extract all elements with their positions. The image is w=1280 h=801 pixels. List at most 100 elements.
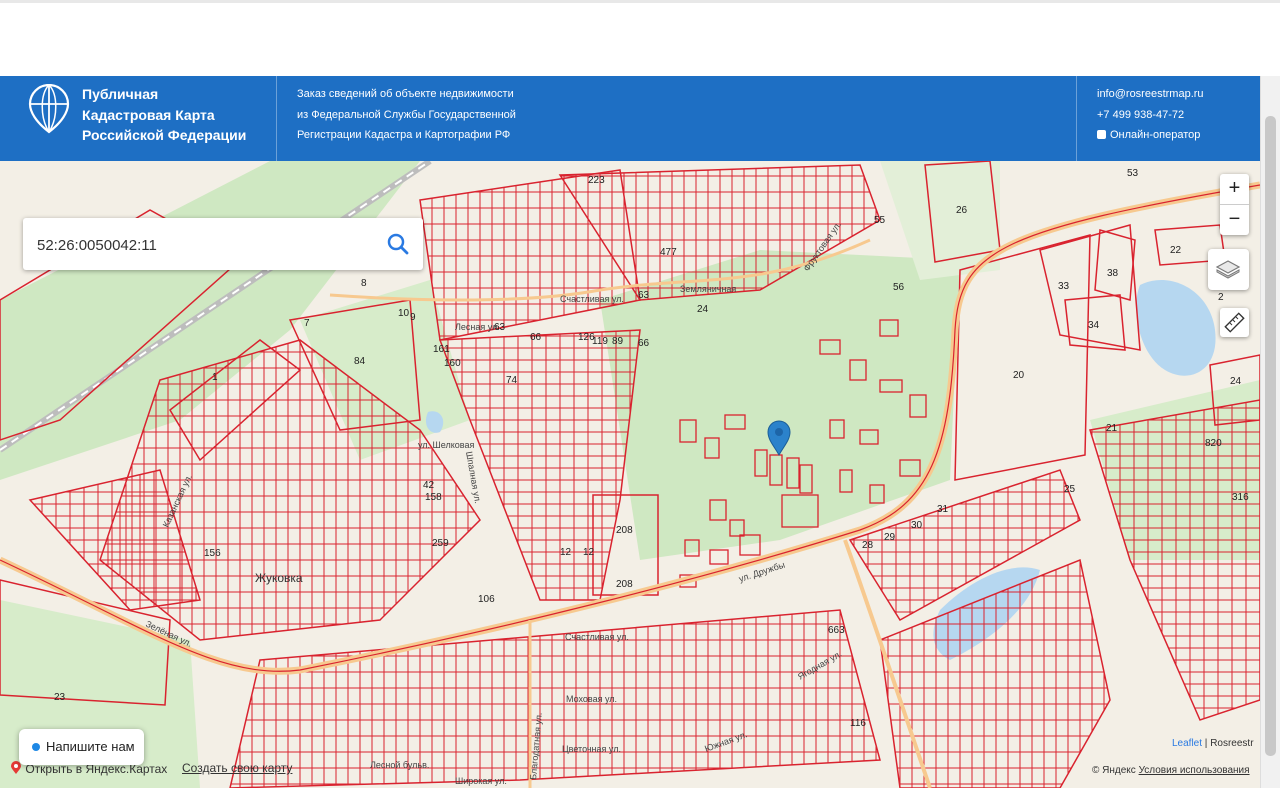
map-label: 74 [506,375,518,386]
attribution-separator: | [1202,738,1211,749]
map-label: 24 [697,304,709,315]
map-label: 208 [616,579,633,590]
create-map-link[interactable]: Создать свою карту [182,761,292,775]
map-label: 208 [616,525,633,536]
street-label: Земляничная [680,284,736,294]
site-header: Публичная Кадастровая Карта Российской Ф… [0,76,1260,161]
map-label: 8 [361,278,367,289]
email-link[interactable]: info@rosreestrmap.ru [1097,84,1204,105]
contacts: info@rosreestrmap.ru +7 499 938-47-72 Он… [1097,84,1204,146]
header-divider-right [1076,76,1077,161]
map-label: 2 [1218,292,1224,303]
map-label: 12 [560,547,572,558]
page-scrollbar[interactable] [1260,76,1280,788]
map-label: 26 [956,205,968,216]
browser-top-strip [0,0,1280,76]
chat-widget-button[interactable]: Напишите нам [19,729,144,765]
settlement-label: Жуковка [255,571,303,585]
search-icon[interactable] [385,231,411,257]
map-label: 7 [304,318,310,329]
street-label: Лесной бульв. [370,760,429,770]
brand-title[interactable]: Публичная Кадастровая Карта Российской Ф… [82,84,246,146]
layers-icon [1215,260,1241,279]
order-line-2: из Федеральной Службы Государственной [297,108,516,121]
street-label: Широкая ул. [455,776,507,786]
map-label: 20 [1013,370,1025,381]
online-operator-label: Онлайн-оператор [1110,129,1201,141]
map-label: 259 [432,538,449,549]
brand-line-2: Кадастровая Карта [82,106,215,123]
map-label: 66 [530,332,542,343]
map-label: 31 [937,504,949,515]
header-divider [276,76,277,161]
chat-checkbox-icon [1097,130,1106,139]
online-dot-icon [32,743,40,751]
map-label: 119 [592,336,608,347]
map-label: 820 [1205,438,1222,449]
brand-line-1: Публичная [82,86,159,102]
order-line-1: Заказ сведений об объекте недвижимости [297,88,514,100]
order-line-3: Регистрации Кадастра и Картографии РФ [297,129,511,141]
parcel-block [1089,399,1260,721]
map-label: 22 [1170,245,1182,256]
zoom-in-button[interactable]: + [1220,174,1249,205]
chat-label: Напишите нам [46,739,135,754]
map-label: 316 [1232,492,1249,503]
online-operator-link[interactable]: Онлайн-оператор [1097,125,1204,146]
map-label: 21 [1106,423,1118,434]
map-label: 12 [583,547,595,558]
brand-line-3: Российской Федерации [82,127,247,143]
map-label: 23 [54,692,66,703]
yandex-copyright: © Яндекс Условия использования [1092,765,1250,776]
map-label: 161 [433,344,450,355]
map-label: 63 [638,290,650,301]
street-label: Шпалная ул. [464,451,483,505]
street-label: Моховая ул. [566,694,617,704]
leaflet-link[interactable]: Leaflet [1172,738,1202,749]
zoom-control: + − [1220,174,1249,235]
map-label: 34 [1088,320,1100,331]
terms-link[interactable]: Условия использования [1139,765,1250,776]
street-label: Лесная ул. [455,322,500,332]
phone-link[interactable]: +7 499 938-47-72 [1097,105,1204,126]
street-label: Счастливая ул. [560,294,624,304]
map-label: 38 [1107,268,1119,279]
map-label: 158 [425,492,442,503]
ruler-icon [1224,312,1245,333]
map-label: 160 [444,358,461,369]
map-label: 53 [1127,168,1139,179]
scrollbar-thumb[interactable] [1265,116,1276,756]
street-label: Цветочная ул. [562,744,621,754]
map-label: 116 [850,718,866,729]
map-label: 223 [588,175,605,186]
map-label: 663 [828,625,845,636]
map-label: 89 [612,336,624,347]
parcel-block [229,609,881,788]
globe-logo-icon [28,84,70,134]
map-label: 30 [911,520,923,531]
map-label: 66 [638,338,650,349]
cadastral-search-box [23,218,423,270]
map-label: 33 [1058,281,1070,292]
map-label: 28 [862,540,874,551]
map-label: 10 [398,308,410,319]
street-label: ул. Шелковая [418,440,474,450]
map-label: 477 [660,247,677,258]
top-divider [0,0,1280,3]
measure-button[interactable] [1220,308,1249,337]
map-attribution: Leaflet | Rosreestr [1172,738,1254,749]
map-label: 156 [204,548,221,559]
map-label: 42 [423,480,435,491]
map-label: 9 [410,312,416,323]
map-label: 1 [212,372,218,383]
map-label: 106 [478,594,495,605]
street-label: Счастливая ул. [565,632,629,642]
layers-button[interactable] [1208,249,1249,290]
map-label: 55 [874,215,886,226]
map-label: 84 [354,356,366,367]
map-label: 25 [1064,484,1076,495]
zoom-out-button[interactable]: − [1220,205,1249,235]
yandex-copyright-label: © Яндекс [1092,765,1136,776]
search-input[interactable] [35,232,369,258]
map-label: 24 [1230,376,1242,387]
